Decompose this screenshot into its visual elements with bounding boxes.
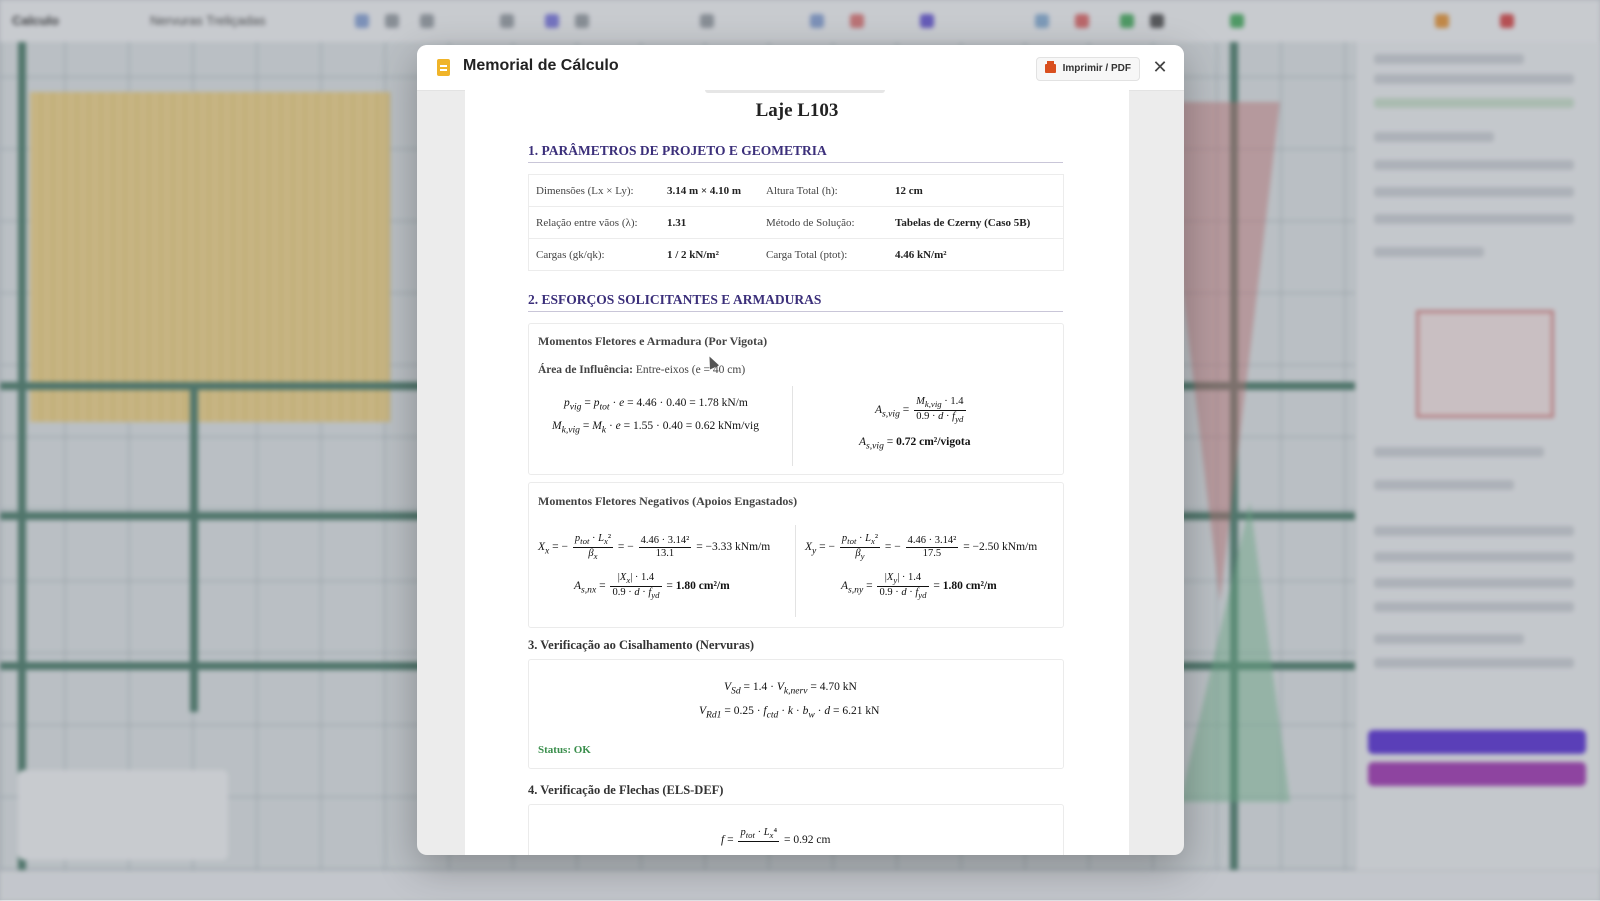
deflection-card: f = ptot · Lx⁴ = 0.92 cm (528, 804, 1064, 855)
section2-heading: 2. ESFORÇOS SOLICITANTES E ARMADURAS (528, 292, 1063, 312)
printer-icon (1044, 61, 1056, 73)
eq-deflection: f = ptot · Lx⁴ = 0.92 cm (721, 827, 831, 847)
eq-asny: As,ny = |Xy| · 1.4 0.9 · d · fyd = 1.80 c… (841, 572, 997, 601)
eq-asvig-result: As,vig = 0.72 cm²/vigota (859, 436, 971, 452)
modal-header: Memorial de Cálculo Imprimir / PDF ✕ (417, 45, 1184, 91)
modal-body[interactable]: Laje L103 1. PARÂMETROS DE PROJETO E GEO… (417, 90, 1184, 855)
status-badge: Status: OK (538, 744, 591, 756)
parameters-table: Dimensões (Lx × Ly): 3.14 m × 4.10 m Alt… (528, 174, 1064, 271)
slab-title: Laje L103 (755, 100, 839, 121)
eq-xy: Xy = − ptot · Lx² βy = − 4.46 · 3.14² 17.5… (805, 533, 1038, 562)
card-title: Momentos Fletores Negativos (Apoios Enga… (538, 494, 798, 508)
eq-mkvig: Mk,vig = Mk · e = 1.55 · 0.40 = 0.62 kNm… (552, 420, 759, 436)
close-icon[interactable]: ✕ (1150, 56, 1170, 78)
calculation-memo-modal: Memorial de Cálculo Imprimir / PDF ✕ Laj… (417, 45, 1184, 855)
eq-asnx: As,nx = |Xx| · 1.4 0.9 · d · fyd = 1.80 c… (574, 572, 730, 601)
eq-pvig: pvig = ptot · e = 4.46 · 0.40 = 1.78 kN/… (564, 397, 748, 413)
document-icon (437, 59, 450, 76)
report-page: Laje L103 1. PARÂMETROS DE PROJETO E GEO… (465, 90, 1129, 855)
eq-vrd1: VRd1 = 0.25 · fctd · k · bw · d = 6.21 k… (699, 705, 880, 721)
section3-heading: 3. Verificação ao Cisalhamento (Nervuras… (528, 638, 755, 652)
print-pdf-label: Imprimir / PDF (1062, 63, 1131, 74)
table-row: Relação entre vãos (λ): 1.31 Método de S… (528, 206, 1064, 239)
section1-heading: 1. PARÂMETROS DE PROJETO E GEOMETRIA (528, 143, 1063, 163)
eq-vsd: VSd = 1.4 · Vk,nerv = 4.70 kN (724, 681, 857, 697)
eq-asvig-formula: As,vig = Mk,vig · 1.4 0.9 · d · fyd (875, 396, 966, 425)
table-row: Cargas (gk/qk): 1 / 2 kN/m² Carga Total … (528, 238, 1064, 271)
moments-card: Momentos Fletores e Armadura (Por Vigota… (528, 323, 1064, 475)
table-row: Dimensões (Lx × Ly): 3.14 m × 4.10 m Alt… (528, 174, 1064, 207)
negative-moments-card: Momentos Fletores Negativos (Apoios Enga… (528, 482, 1064, 628)
shear-card: VSd = 1.4 · Vk,nerv = 4.70 kN VRd1 = 0.2… (528, 659, 1064, 769)
card-title: Momentos Fletores e Armadura (Por Vigota… (538, 334, 768, 348)
modal-title: Memorial de Cálculo (463, 57, 619, 74)
section4-heading: 4. Verificação de Flechas (ELS-DEF) (528, 783, 724, 797)
eq-xx: Xx = − ptot · Lx² βx = − 4.46 · 3.14² 13.1… (538, 533, 771, 562)
print-pdf-button[interactable]: Imprimir / PDF (1035, 57, 1140, 81)
